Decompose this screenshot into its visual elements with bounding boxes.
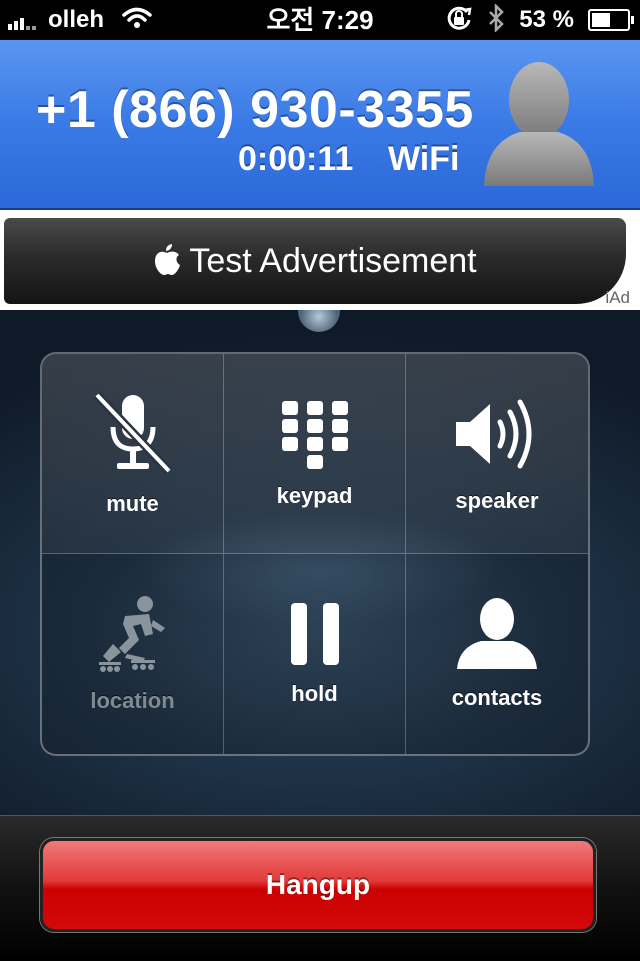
hangup-label: Hangup [265, 869, 371, 900]
contacts-button[interactable]: contacts [406, 554, 588, 754]
status-left: olleh [8, 0, 152, 40]
contacts-label: contacts [451, 685, 543, 710]
mute-button[interactable]: mute [42, 354, 224, 554]
speaker-button[interactable]: speaker [406, 354, 588, 554]
mute-label: mute [106, 490, 159, 516]
location-button[interactable]: location [42, 554, 224, 754]
skater-icon [95, 594, 171, 674]
hold-button[interactable]: hold [224, 554, 406, 754]
call-network: WiFi [388, 140, 460, 178]
location-label: location [90, 688, 175, 713]
hangup-button[interactable]: Hangup [40, 838, 596, 932]
status-right: 53 % [445, 0, 634, 40]
iad-badge: iAd [605, 288, 630, 307]
contact-avatar-icon [480, 58, 598, 188]
caller-number: +1 (866) 930-3355 [36, 81, 474, 139]
muted-microphone-icon [93, 391, 173, 477]
status-bar: olleh 오전 7:29 53 % [0, 0, 640, 40]
call-header: +1 (866) 930-3355 0:00:11 WiFi [0, 40, 640, 210]
bluetooth-icon [487, 2, 505, 37]
keypad-label: keypad [276, 482, 353, 508]
bottom-bar: Hangup [0, 815, 640, 961]
ad-text: Test Advertisement [189, 241, 477, 280]
ad-area: Test Advertisement iAd [0, 210, 640, 310]
keypad-icon [280, 399, 350, 469]
keypad-button[interactable]: keypad [224, 354, 406, 554]
call-controls: mute keypad speaker location hold contac… [40, 352, 590, 756]
speaker-icon [452, 394, 542, 474]
person-icon [455, 597, 539, 671]
ad-banner[interactable]: Test Advertisement [4, 218, 626, 304]
orientation-lock-icon [445, 4, 473, 37]
wifi-icon [122, 7, 152, 34]
hold-label: hold [291, 681, 338, 706]
battery-icon [588, 9, 634, 31]
apple-icon [153, 242, 181, 281]
carrier-name: olleh [48, 6, 105, 33]
signal-icon [8, 10, 36, 30]
water-drop-image [298, 310, 340, 332]
speaker-label: speaker [455, 487, 539, 513]
pause-icon [287, 601, 343, 667]
call-duration: 0:00:11 [238, 140, 354, 178]
battery-percent: 53 % [519, 6, 574, 33]
